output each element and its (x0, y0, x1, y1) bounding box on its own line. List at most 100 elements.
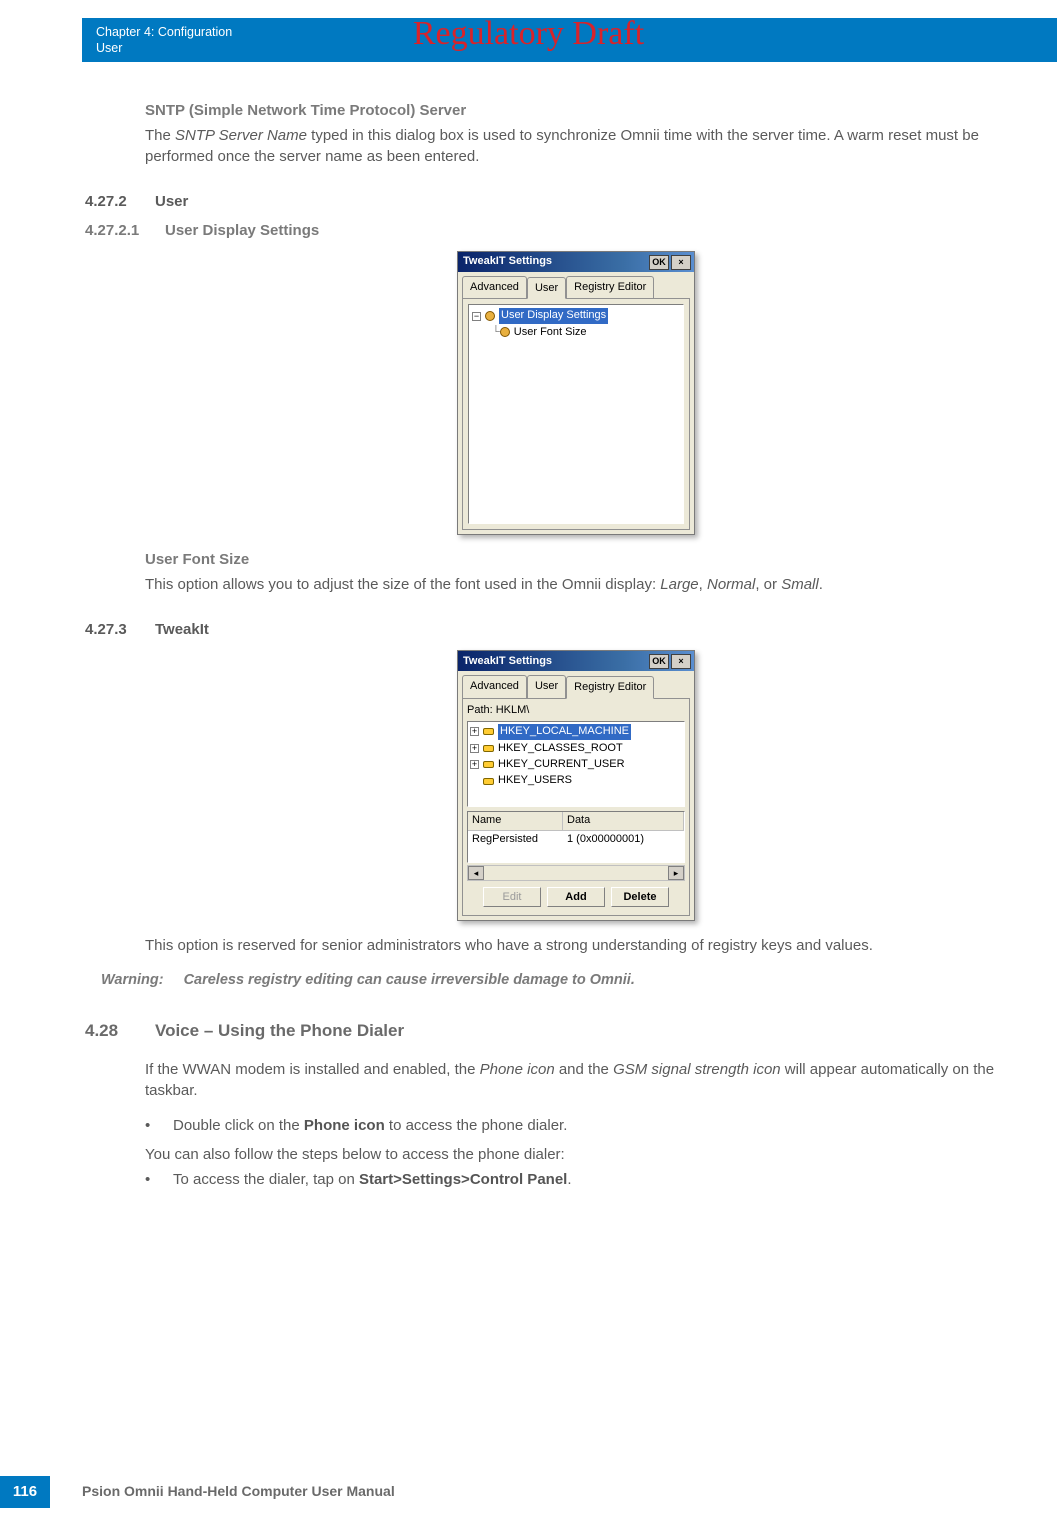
tree-view[interactable]: − User Display Settings └ User Font Size (468, 304, 684, 524)
user-font-size-heading: User Font Size (145, 549, 1007, 570)
key-icon (483, 778, 494, 785)
section-title: TweakIt (155, 619, 209, 640)
normal-em: Normal (707, 576, 755, 593)
tree-collapse-icon[interactable]: − (472, 312, 481, 321)
column-header-data[interactable]: Data (563, 812, 684, 830)
warning-text: Careless registry editing can cause irre… (184, 970, 635, 990)
dialog-body: − User Display Settings └ User Font Size (462, 298, 690, 530)
section-number: 4.27.2.1 (85, 220, 165, 241)
section-number: 4.28 (85, 1019, 155, 1043)
phone-icon-em: Phone icon (480, 1061, 555, 1078)
tree-label: HKEY_USERS (498, 773, 572, 788)
text: . (819, 576, 823, 593)
text: , (699, 576, 707, 593)
table-row[interactable]: RegPersisted 1 (0x00000001) (468, 831, 684, 848)
key-icon (483, 761, 494, 768)
page-footer: 116 Psion Omnii Hand-Held Computer User … (0, 1476, 1057, 1508)
close-button[interactable]: × (671, 654, 691, 669)
tree-expand-icon[interactable]: + (470, 727, 479, 736)
tree-connector-icon: └ (492, 325, 500, 340)
cell-name: RegPersisted (468, 831, 563, 848)
text: . (567, 1171, 571, 1188)
text: and the (555, 1061, 613, 1078)
user-font-size-paragraph: This option allows you to adjust the siz… (145, 574, 1007, 595)
gsm-signal-em: GSM signal strength icon (613, 1061, 781, 1078)
section-title: User Display Settings (165, 220, 319, 241)
dialog-title-bar: TweakIT Settings OK × (458, 252, 694, 272)
footer-title: Psion Omnii Hand-Held Computer User Manu… (82, 1482, 395, 1502)
tree-label: HKEY_CLASSES_ROOT (498, 741, 623, 756)
close-button[interactable]: × (671, 255, 691, 270)
sntp-heading: SNTP (Simple Network Time Protocol) Serv… (145, 100, 1007, 121)
cell-data: 1 (0x00000001) (563, 831, 684, 848)
key-icon (483, 728, 494, 735)
tree-item[interactable]: + HKEY_LOCAL_MACHINE (470, 724, 682, 739)
large-em: Large (660, 576, 698, 593)
page-number: 116 (0, 1476, 50, 1508)
tab-registry-editor[interactable]: Registry Editor (566, 276, 654, 298)
ok-button[interactable]: OK (649, 255, 669, 270)
tab-strip: Advanced User Registry Editor (458, 272, 694, 298)
gear-icon (500, 327, 510, 337)
section-title: User (155, 191, 188, 212)
warning-block: Warning: Careless registry editing can c… (85, 970, 1007, 991)
tab-strip: Advanced User Registry Editor (458, 671, 694, 697)
tree-label: HKEY_CURRENT_USER (498, 757, 625, 772)
dialog-title-bar: TweakIT Settings OK × (458, 651, 694, 671)
bullet-icon: • (145, 1169, 173, 1194)
sntp-paragraph: The SNTP Server Name typed in this dialo… (145, 125, 1007, 167)
tree-label: HKEY_LOCAL_MACHINE (498, 724, 631, 739)
registry-path-label: Path: HKLM\ (467, 703, 685, 718)
text: The (145, 127, 175, 144)
ok-button[interactable]: OK (649, 654, 669, 669)
scroll-left-icon[interactable]: ◂ (468, 866, 484, 880)
warning-label: Warning: (101, 970, 164, 990)
tree-item[interactable]: + HKEY_CURRENT_USER (470, 757, 682, 772)
section-number: 4.27.2 (85, 191, 155, 212)
sntp-server-name-em: SNTP Server Name (175, 127, 307, 144)
tree-item[interactable]: + HKEY_CLASSES_ROOT (470, 741, 682, 756)
delete-button[interactable]: Delete (611, 887, 669, 907)
column-header-name[interactable]: Name (468, 812, 563, 830)
tree-child-item[interactable]: └ User Font Size (472, 325, 680, 340)
tree-child-label: User Font Size (514, 325, 587, 340)
tweakit-registry-dialog: TweakIT Settings OK × Advanced User Regi… (457, 650, 695, 921)
scroll-right-icon[interactable]: ▸ (668, 866, 684, 880)
tab-user[interactable]: User (527, 675, 566, 697)
registry-tree[interactable]: + HKEY_LOCAL_MACHINE + HKEY_CLASSES_ROOT… (467, 721, 685, 807)
dialog-title: TweakIT Settings (463, 254, 552, 269)
tree-expand-icon[interactable]: + (470, 744, 479, 753)
bullet-item: • To access the dialer, tap on Start>Set… (145, 1169, 1007, 1194)
voice-paragraph-2: You can also follow the steps below to a… (145, 1144, 1007, 1165)
text: Double click on the (173, 1117, 304, 1134)
tree-root-label: User Display Settings (499, 308, 608, 323)
tab-advanced[interactable]: Advanced (462, 675, 527, 697)
key-icon (483, 745, 494, 752)
edit-button[interactable]: Edit (483, 887, 541, 907)
tab-registry-editor[interactable]: Registry Editor (566, 676, 654, 698)
small-em: Small (781, 576, 819, 593)
voice-paragraph-1: If the WWAN modem is installed and enabl… (145, 1059, 1007, 1101)
bullet-icon: • (145, 1115, 173, 1140)
tab-advanced[interactable]: Advanced (462, 276, 527, 298)
tree-item[interactable]: HKEY_USERS (470, 773, 682, 788)
name-data-table[interactable]: Name Data RegPersisted 1 (0x00000001) (467, 811, 685, 863)
regulatory-draft-watermark: Regulatory Draft (0, 10, 1057, 58)
section-number: 4.27.3 (85, 619, 155, 640)
text: , or (755, 576, 781, 593)
text: This option allows you to adjust the siz… (145, 576, 660, 593)
bullet-item: • Double click on the Phone icon to acce… (145, 1115, 1007, 1140)
horizontal-scrollbar[interactable]: ◂ ▸ (467, 865, 685, 881)
gear-icon (485, 311, 495, 321)
tweakit-paragraph: This option is reserved for senior admin… (145, 935, 1007, 956)
tree-root-item[interactable]: − User Display Settings (472, 308, 680, 323)
add-button[interactable]: Add (547, 887, 605, 907)
text: to access the phone dialer. (385, 1117, 568, 1134)
tree-expand-icon[interactable]: + (470, 760, 479, 769)
dialog-body: Path: HKLM\ + HKEY_LOCAL_MACHINE + HKEY_… (462, 698, 690, 916)
text: If the WWAN modem is installed and enabl… (145, 1061, 480, 1078)
tab-user[interactable]: User (527, 277, 566, 299)
nav-path-bold: Start>Settings>Control Panel (359, 1171, 567, 1188)
tweakit-user-dialog: TweakIT Settings OK × Advanced User Regi… (457, 251, 695, 535)
text: To access the dialer, tap on (173, 1171, 359, 1188)
